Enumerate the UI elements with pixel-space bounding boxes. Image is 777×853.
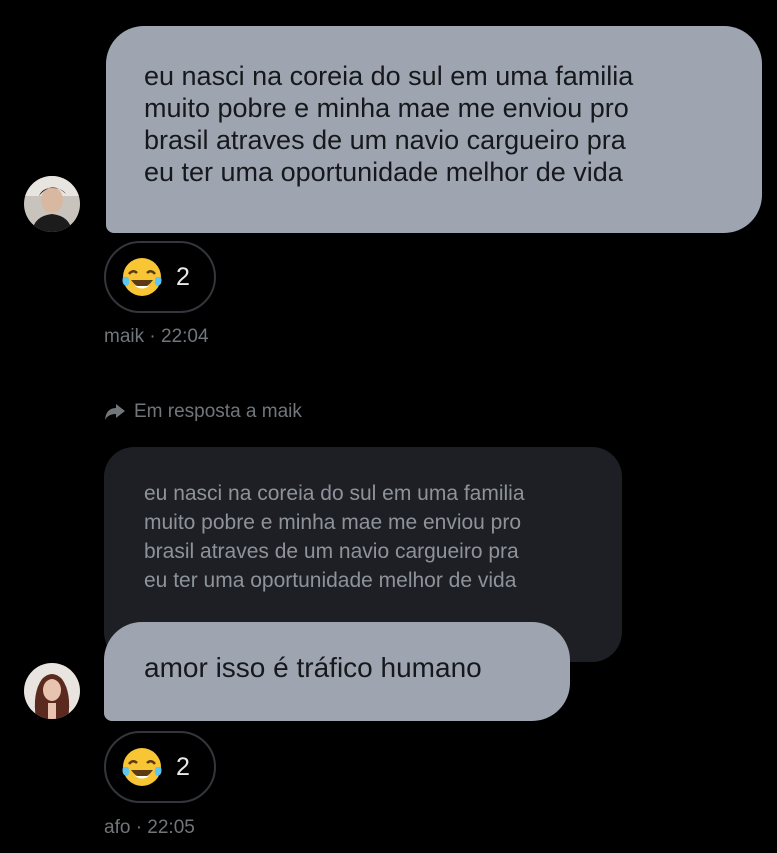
avatar-maik[interactable]: [24, 176, 80, 232]
reaction-count: 2: [176, 752, 190, 781]
message-bubble[interactable]: amor isso é tráfico humano: [104, 622, 570, 721]
message-meta: maik · 22:04: [104, 326, 209, 347]
face-with-tears-of-joy-icon: [122, 258, 162, 296]
reaction-count: 2: [176, 262, 190, 291]
message-meta: afo · 22:05: [104, 817, 195, 838]
reply-arrow-icon: [105, 404, 125, 420]
reaction-pill[interactable]: 2: [104, 241, 216, 313]
avatar-maik-photo: [24, 176, 80, 232]
message-bubble[interactable]: eu nasci na coreia do sul em uma familia…: [106, 26, 762, 233]
face-with-tears-of-joy-icon: [122, 748, 162, 786]
avatar-afo[interactable]: [24, 663, 80, 719]
avatar-afo-photo: [24, 663, 80, 719]
reply-label: Em resposta a maik: [134, 401, 302, 422]
reply-indicator[interactable]: Em resposta a maik: [104, 401, 302, 423]
reaction-pill[interactable]: 2: [104, 731, 216, 803]
